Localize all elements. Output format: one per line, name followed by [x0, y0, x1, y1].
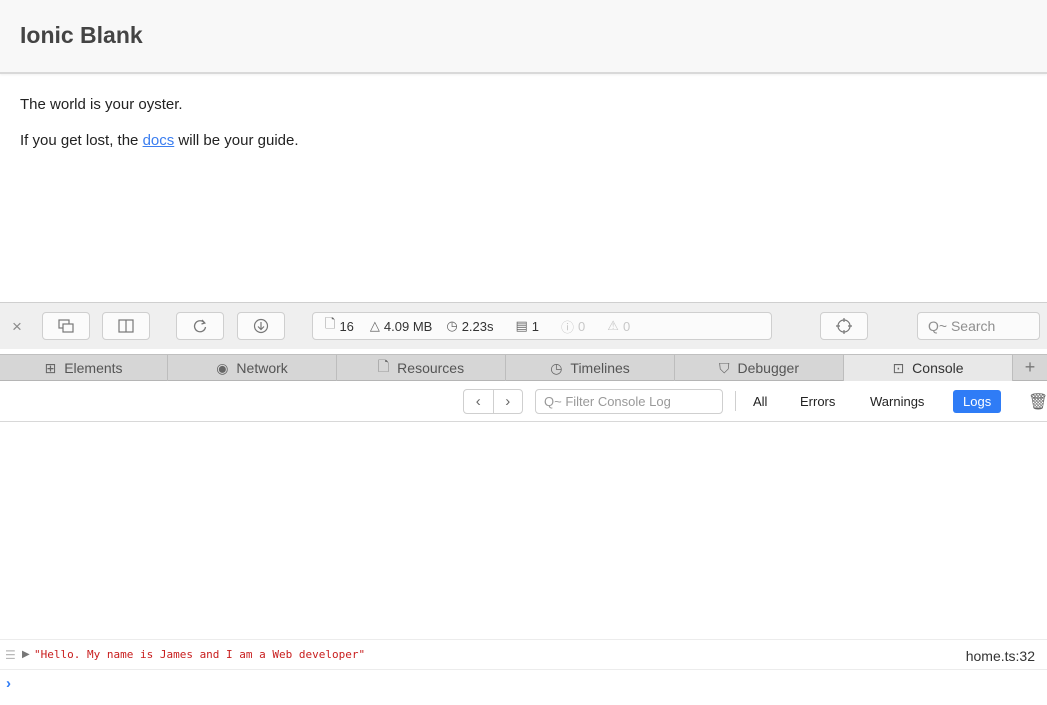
network-icon: ◉ — [216, 359, 229, 376]
tab-resources[interactable]: 🗋 Resources — [337, 355, 506, 381]
web-inspector: × 🗋 16 △ 4.09 MB ◷ 2.23s ▤ 1 ⓘ 0 ⚠ 0 Q~ … — [0, 302, 1047, 705]
errors-stat[interactable]: ⓘ 0 — [561, 317, 585, 336]
filter-logs[interactable]: Logs — [953, 390, 1002, 413]
log-source-link[interactable]: home.ts:32 — [966, 648, 1035, 664]
content-line-2: If you get lost, the docs will be your g… — [20, 131, 299, 151]
inspector-toolbar: × 🗋 16 △ 4.09 MB ◷ 2.23s ▤ 1 ⓘ 0 ⚠ 0 Q~ … — [0, 303, 1047, 349]
chevron-left-icon[interactable]: ‹ — [464, 390, 494, 413]
tab-debugger[interactable]: ⛉ Debugger — [675, 355, 844, 381]
resources-count: 16 — [339, 318, 354, 334]
load-time-value: 2.23s — [461, 318, 494, 334]
reload-icon — [193, 319, 207, 333]
elements-icon: ⊞ — [44, 359, 57, 376]
error-icon: ⓘ — [561, 319, 575, 335]
tab-label: Debugger — [737, 360, 800, 376]
tab-console[interactable]: ⊡ Console — [844, 355, 1013, 381]
tab-network[interactable]: ◉ Network — [168, 355, 337, 381]
add-tab-button[interactable]: + — [1013, 355, 1047, 380]
logs-stat[interactable]: ▤ 1 — [516, 318, 540, 334]
tab-label: Network — [236, 360, 288, 376]
weight-icon: △ — [369, 318, 380, 333]
log-icon: ▤ — [515, 318, 528, 333]
tab-label: Elements — [64, 360, 123, 376]
console-output: ☰ ▶ "Hello. My name is James and I am a … — [0, 422, 1047, 705]
page-stats: 🗋 16 △ 4.09 MB ◷ 2.23s ▤ 1 ⓘ 0 ⚠ 0 — [312, 312, 772, 340]
disclosure-triangle-icon[interactable]: ▶ — [22, 649, 30, 660]
resources-icon: 🗋 — [377, 358, 390, 374]
console-prompt-icon[interactable]: › — [6, 675, 11, 692]
clock-icon: ◷ — [446, 318, 458, 333]
filter-warnings[interactable]: Warnings — [870, 394, 924, 409]
content-line-1: The world is your oyster. — [20, 96, 183, 113]
log-entry[interactable]: ☰ ▶ "Hello. My name is James and I am a … — [0, 639, 1047, 670]
log-level-icon: ☰ — [5, 648, 16, 662]
tab-elements[interactable]: ⊞ Elements — [0, 355, 168, 381]
memory-stat[interactable]: △ 4.09 MB — [370, 318, 432, 334]
console-icon: ⊡ — [892, 359, 905, 376]
resources-stat[interactable]: 🗋 16 — [325, 315, 354, 337]
download-icon — [253, 318, 269, 334]
detach-icon — [58, 319, 74, 333]
plus-icon: + — [1024, 357, 1036, 377]
app-content: The world is your oyster. If you get los… — [20, 95, 299, 167]
inspector-tabs: ⊞ Elements ◉ Network 🗋 Resources ◷ Timel… — [0, 354, 1047, 381]
content-line-2-before: If you get lost, the — [20, 132, 143, 149]
page-title: Ionic Blank — [20, 22, 143, 48]
reload-button[interactable] — [176, 312, 224, 340]
warning-icon: ⚠ — [607, 318, 619, 333]
dock-icon — [118, 319, 134, 333]
tab-label: Console — [912, 360, 964, 376]
search-input[interactable]: Q~ Search — [917, 312, 1040, 340]
dock-side-button[interactable] — [102, 312, 150, 340]
history-nav: ‹ › — [463, 389, 523, 414]
warnings-stat[interactable]: ⚠ 0 — [607, 318, 630, 334]
docs-link[interactable]: docs — [143, 132, 175, 149]
app-header: Ionic Blank — [0, 0, 1047, 74]
error-count: 0 — [578, 318, 586, 334]
console-filter-bar: ‹ › Q~ Filter Console Log All Errors War… — [0, 381, 1047, 422]
filter-errors[interactable]: Errors — [800, 394, 835, 409]
inspect-element-button[interactable] — [820, 312, 868, 340]
document-icon: 🗋 — [325, 316, 336, 331]
warning-count: 0 — [622, 318, 631, 334]
log-count: 1 — [531, 318, 540, 334]
load-time-stat[interactable]: ◷ 2.23s — [446, 318, 493, 334]
debugger-icon: ⛉ — [719, 359, 730, 376]
filter-all[interactable]: All — [753, 394, 767, 409]
log-message: "Hello. My name is James and I am a Web … — [34, 648, 366, 661]
trash-icon[interactable]: 🗑 — [1028, 392, 1047, 412]
divider — [735, 391, 736, 411]
crosshair-icon — [836, 318, 852, 334]
tab-label: Timelines — [570, 360, 630, 376]
memory-value: 4.09 MB — [383, 318, 433, 334]
detach-window-button[interactable] — [42, 312, 90, 340]
tab-label: Resources — [397, 360, 465, 376]
filter-console-input[interactable]: Q~ Filter Console Log — [535, 389, 723, 414]
content-line-2-after: will be your guide. — [174, 132, 299, 149]
close-icon[interactable]: × — [12, 317, 22, 337]
tab-timelines[interactable]: ◷ Timelines — [506, 355, 675, 381]
timelines-icon: ◷ — [550, 359, 563, 376]
download-button[interactable] — [237, 312, 285, 340]
chevron-right-icon[interactable]: › — [494, 390, 523, 413]
